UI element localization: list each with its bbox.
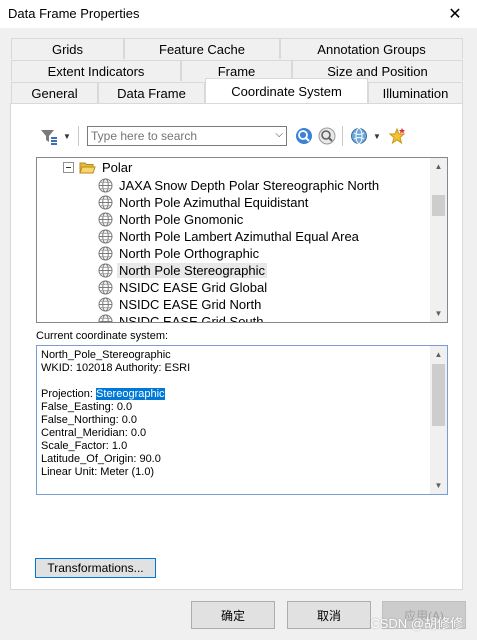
search-input[interactable] [91,128,266,144]
globe-icon [98,229,113,244]
tab-data-frame[interactable]: Data Frame [98,82,205,103]
tree-item-label: NSIDC EASE Grid South [119,314,264,323]
globe-icon [98,280,113,295]
folder-label: Polar [102,160,133,175]
tab-extent-indicators[interactable]: Extent Indicators [11,60,181,81]
toolbar-separator [342,126,343,146]
new-favorite-icon [388,127,406,145]
tree-item[interactable]: NSIDC EASE Grid North [98,296,263,313]
tab-annotation-groups[interactable]: Annotation Groups [280,38,463,59]
tree-item[interactable]: North Pole Azimuthal Equidistant [98,194,310,211]
ok-button[interactable]: 确定 [191,601,275,629]
globe-icon [98,263,113,278]
tree-scrollbar[interactable]: ▲ ▼ [430,158,447,322]
tab-coordinate-system[interactable]: Coordinate System [205,78,368,103]
scroll-thumb[interactable] [432,364,445,426]
description-scrollbar[interactable]: ▲ ▼ [430,346,447,494]
add-dropdown-icon[interactable]: ▼ [373,132,381,141]
cs-parameter-line: Linear Unit: Meter (1.0) [41,466,155,478]
cs-name: North_Pole_Stereographic [41,349,171,361]
tree-item-label: JAXA Snow Depth Polar Stereographic Nort… [119,178,380,193]
cs-wkid: WKID: 102018 Authority: ESRI [41,362,191,374]
filter-button[interactable] [39,127,59,147]
tree-item-label: North Pole Lambert Azimuthal Equal Area [119,229,359,244]
collapse-icon[interactable] [63,162,74,173]
cs-parameter-line: Central_Meridian: 0.0 [41,427,147,439]
tree-item-label: North Pole Azimuthal Equidistant [119,195,309,210]
tree-item-label: NSIDC EASE Grid North [119,297,262,312]
folder-open-icon [79,162,96,173]
tree-item[interactable]: North Pole Stereographic [98,262,267,279]
transformations-button[interactable]: Transformations... [35,558,156,578]
search-go-button[interactable] [295,127,313,145]
projection-label: Projection: [41,388,93,400]
cancel-button[interactable]: 取消 [287,601,371,629]
globe-add-icon [351,128,367,144]
tree-item-label: North Pole Stereographic [117,263,267,278]
tree-item[interactable]: North Pole Orthographic [98,245,261,262]
filter-icon [41,130,57,145]
globe-icon [98,246,113,261]
scroll-up-icon[interactable]: ▲ [430,158,447,175]
tree-item[interactable]: North Pole Lambert Azimuthal Equal Area [98,228,361,245]
tab-illumination[interactable]: Illumination [368,82,463,103]
tree-item-label: North Pole Gnomonic [119,212,244,227]
add-coordinate-system-button[interactable] [350,127,368,145]
tree-item-label: North Pole Orthographic [119,246,260,261]
tree-item-label: NSIDC EASE Grid Global [119,280,268,295]
window-title: Data Frame Properties [8,6,140,21]
search-combo[interactable]: ⌵ [87,126,287,146]
tree-item[interactable]: JAXA Snow Depth Polar Stereographic Nort… [98,177,381,194]
clear-search-icon [318,127,336,145]
clear-search-button[interactable] [318,127,336,145]
tab-feature-cache[interactable]: Feature Cache [124,38,280,59]
cs-parameter-line: False_Easting: 0.0 [41,401,133,413]
globe-icon [98,297,113,312]
tree-item[interactable]: NSIDC EASE Grid Global [98,279,269,296]
projection-value: Stereographic [96,388,165,400]
add-favorite-button[interactable] [388,127,406,145]
cs-parameter-line: Scale_Factor: 1.0 [41,440,128,452]
scroll-up-icon[interactable]: ▲ [430,346,447,363]
close-button[interactable]: ✕ [433,0,477,28]
search-go-icon [296,128,312,144]
globe-icon [98,314,113,322]
filter-dropdown-icon[interactable]: ▼ [63,132,71,141]
cs-projection: Projection: Stereographic [41,388,165,400]
current-cs-label: Current coordinate system: [36,330,169,342]
toolbar-separator [78,126,79,146]
scroll-thumb[interactable] [432,195,445,216]
cs-parameter-line: False_Northing: 0.0 [41,414,137,426]
globe-icon [98,178,113,193]
scroll-down-icon[interactable]: ▼ [430,477,447,494]
watermark: CSDN @胡修修 [370,616,463,631]
current-cs-description[interactable]: North_Pole_Stereographic WKID: 102018 Au… [36,345,448,495]
close-icon: ✕ [448,6,462,23]
globe-icon [98,195,113,210]
tree-item[interactable]: NSIDC EASE Grid South [98,313,266,323]
title-bar: Data Frame Properties ✕ [0,0,477,28]
coordinate-system-tree[interactable]: Polar JAXA Snow Depth Polar Stereographi… [36,157,448,323]
tab-general[interactable]: General [11,82,98,103]
tree-item[interactable]: North Pole Gnomonic [98,211,245,228]
globe-icon [98,212,113,227]
tab-grids[interactable]: Grids [11,38,124,59]
tree-folder-polar[interactable]: Polar [63,159,134,176]
scroll-down-icon[interactable]: ▼ [430,305,447,322]
cs-parameter-line: Latitude_Of_Origin: 90.0 [41,453,161,465]
chevron-down-icon[interactable]: ⌵ [275,129,283,140]
